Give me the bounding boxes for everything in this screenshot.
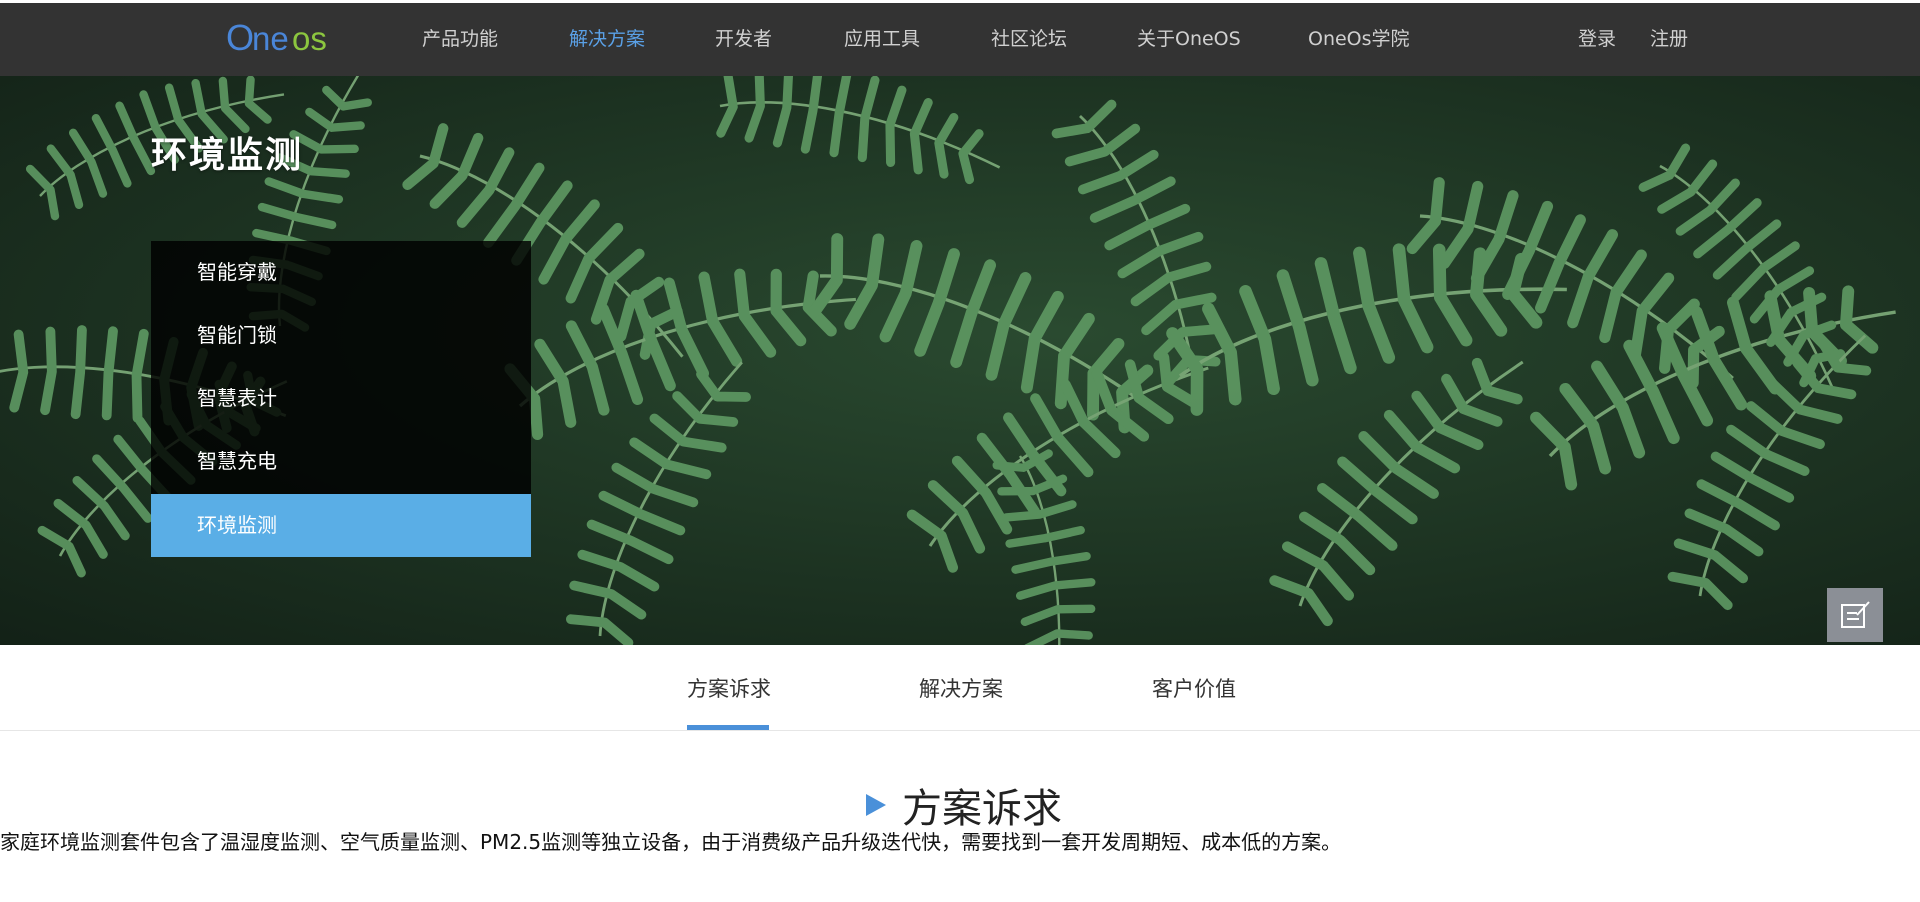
menu-item-smart-meter[interactable]: 智慧表计 <box>151 367 531 430</box>
svg-text:O: O <box>226 17 254 58</box>
feedback-button[interactable] <box>1827 588 1883 642</box>
oneos-logo[interactable]: O ne os <box>226 16 338 60</box>
hero-title: 环境监测 <box>151 135 304 176</box>
menu-item-smart-door-lock[interactable]: 智能门锁 <box>151 304 531 367</box>
nav-item-product-features[interactable]: 产品功能 <box>422 25 498 53</box>
tab-solution-needs[interactable]: 方案诉求 <box>687 673 771 703</box>
svg-text:os: os <box>292 20 327 57</box>
nav-item-developer[interactable]: 开发者 <box>715 25 772 53</box>
nav-item-app-tools[interactable]: 应用工具 <box>844 25 920 53</box>
login-link[interactable]: 登录 <box>1578 25 1616 53</box>
top-navigation-bar: O ne os 产品功能 解决方案 开发者 应用工具 社区论坛 关于OneOS … <box>0 3 1920 76</box>
section-body-text: 家庭环境监测套件包含了温湿度监测、空气质量监测、PM2.5监测等独立设备，由于消… <box>0 830 1342 854</box>
active-tab-indicator <box>687 725 769 730</box>
nav-item-solutions[interactable]: 解决方案 <box>569 25 645 53</box>
svg-text:ne: ne <box>252 20 289 57</box>
menu-item-environment-monitoring[interactable]: 环境监测 <box>151 494 531 557</box>
menu-item-smart-wearable[interactable]: 智能穿戴 <box>151 241 531 304</box>
hero-banner: 环境监测 智能穿戴 智能门锁 智慧表计 智慧充电 环境监测 <box>0 76 1920 645</box>
register-link[interactable]: 注册 <box>1650 25 1688 53</box>
section-heading: 方案诉求 <box>866 780 1062 832</box>
nav-item-about-oneos[interactable]: 关于OneOS <box>1137 25 1241 53</box>
menu-item-smart-charging[interactable]: 智慧充电 <box>151 430 531 493</box>
nav-item-community-forum[interactable]: 社区论坛 <box>991 25 1067 53</box>
edit-note-icon <box>1841 601 1870 628</box>
tab-customer-value[interactable]: 客户价值 <box>1152 673 1236 703</box>
play-triangle-icon <box>866 794 886 816</box>
content-tabs: 方案诉求 解决方案 客户价值 <box>0 645 1920 731</box>
nav-item-oneos-academy[interactable]: OneOs学院 <box>1308 25 1410 53</box>
tab-solution[interactable]: 解决方案 <box>919 673 1003 703</box>
solution-category-menu: 智能穿戴 智能门锁 智慧表计 智慧充电 环境监测 <box>151 241 531 557</box>
